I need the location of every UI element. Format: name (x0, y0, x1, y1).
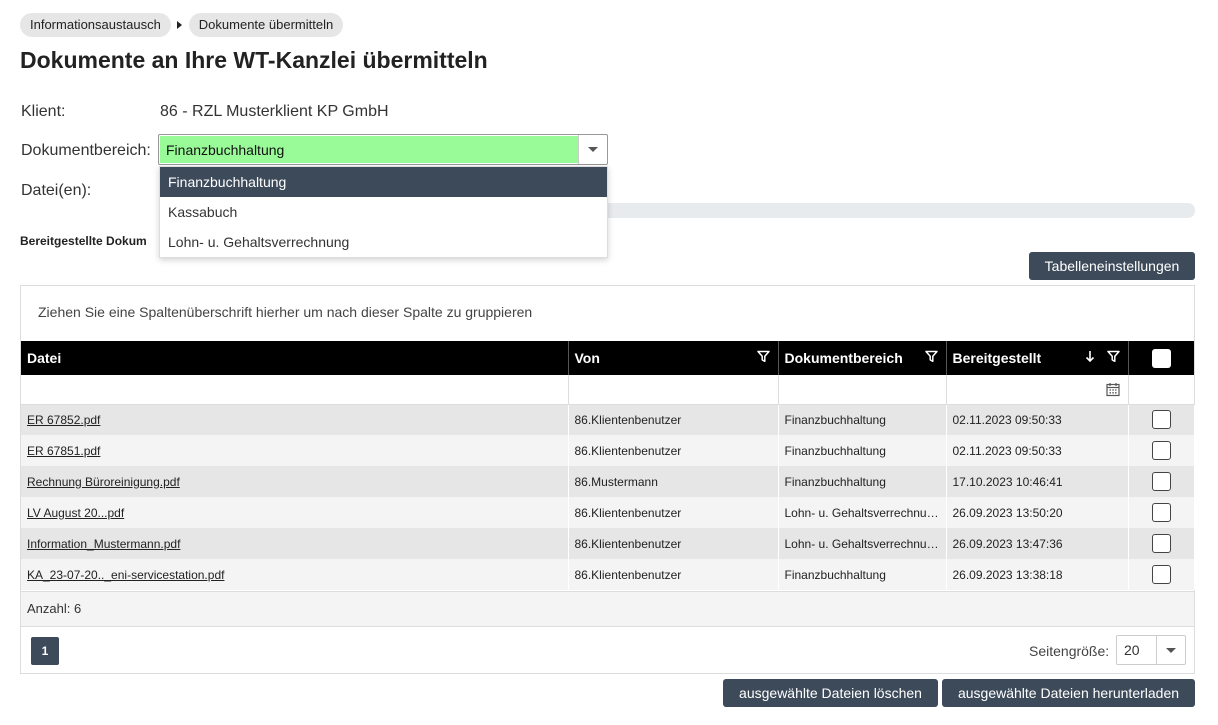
cell-from: 86.Klientenbenutzer (568, 435, 779, 466)
cell-area: Finanzbuchhaltung (778, 435, 947, 466)
document-area-label: Dokumentbereich: (21, 142, 151, 159)
documents-table: Datei Von Dokumentbereich Bereitgestellt (21, 341, 1195, 590)
column-header-datei[interactable]: Datei (21, 341, 569, 375)
record-count: Anzahl: 6 (27, 601, 82, 616)
filter-cell-von[interactable] (568, 375, 779, 405)
record-count-bar: Anzahl: 6 (21, 591, 1194, 627)
column-header-label: Bereitgestellt (952, 350, 1042, 366)
breadcrumb-informationsaustausch[interactable]: Informationsaustausch (20, 13, 171, 37)
row-checkbox[interactable] (1151, 441, 1171, 460)
row-checkbox[interactable] (1151, 534, 1171, 553)
cell-date: 17.10.2023 10:46:41 (946, 466, 1129, 497)
table-row[interactable]: Information_Mustermann.pdf 86.Klientenbe… (21, 528, 1195, 559)
document-area-input[interactable] (160, 136, 578, 163)
table-settings-button[interactable]: Tabelleneinstellungen (1029, 252, 1195, 280)
calendar-icon[interactable] (1105, 382, 1120, 397)
page-title: Dokumente an Ihre WT-Kanzlei übermitteln (20, 47, 488, 73)
filter-cell-bereitgestellt[interactable] (946, 375, 1129, 405)
cell-area: Finanzbuchhaltung (778, 404, 947, 435)
files-label: Datei(en): (21, 182, 92, 199)
file-link[interactable]: Rechnung Büroreinigung.pdf (27, 475, 180, 489)
cell-area: Lohn- u. Gehaltsverrechnu… (778, 497, 947, 528)
cell-from: 86.Klientenbenutzer (568, 559, 779, 590)
cell-from: 86.Klientenbenutzer (568, 404, 779, 435)
file-link[interactable]: ER 67851.pdf (27, 444, 100, 458)
filter-icon[interactable] (924, 350, 938, 363)
filter-row (21, 375, 1195, 405)
cell-select (1128, 559, 1195, 590)
group-by-drop-area[interactable]: Ziehen Sie eine Spaltenüberschrift hierh… (38, 304, 532, 320)
file-link[interactable]: LV August 20...pdf (27, 506, 124, 520)
row-checkbox[interactable] (1151, 565, 1171, 584)
cell-date: 26.09.2023 13:50:20 (946, 497, 1129, 528)
dropdown-option-lohn-gehalt[interactable]: Lohn- u. Gehaltsverrechnung (160, 227, 607, 257)
breadcrumb-separator-icon (176, 21, 182, 29)
filter-icon[interactable] (756, 350, 770, 363)
cell-from: 86.Klientenbenutzer (568, 497, 779, 528)
column-header-dokumentbereich[interactable]: Dokumentbereich (778, 341, 947, 375)
document-area-dropdown-toggle[interactable] (578, 135, 607, 164)
select-all-checkbox[interactable] (1151, 348, 1171, 368)
cell-from: 86.Klientenbenutzer (568, 528, 779, 559)
column-header-label: Datei (27, 350, 62, 366)
file-link[interactable]: KA_23-07-20.._eni-servicestation.pdf (27, 568, 224, 582)
delete-selected-files-button[interactable]: ausgewählte Dateien löschen (723, 679, 938, 707)
table-row[interactable]: Rechnung Büroreinigung.pdf 86.Mustermann… (21, 466, 1195, 497)
table-row[interactable]: ER 67851.pdf 86.Klientenbenutzer Finanzb… (21, 435, 1195, 466)
file-link[interactable]: Information_Mustermann.pdf (27, 537, 180, 551)
upload-progress-bar (600, 203, 1195, 218)
cell-select (1128, 435, 1195, 466)
cell-area: Finanzbuchhaltung (778, 466, 947, 497)
filter-cell-datei[interactable] (21, 375, 569, 405)
column-header-select-all (1128, 341, 1194, 375)
table-row[interactable]: ER 67852.pdf 86.Klientenbenutzer Finanzb… (21, 404, 1195, 435)
documents-grid: Ziehen Sie eine Spaltenüberschrift hierh… (20, 285, 1195, 674)
provided-documents-heading: Bereitgestellte Dokum (20, 234, 147, 248)
breadcrumb-dokumente-uebermitteln[interactable]: Dokumente übermitteln (188, 13, 344, 37)
cell-area: Finanzbuchhaltung (778, 559, 947, 590)
row-checkbox[interactable] (1151, 503, 1171, 522)
client-label: Klient: (21, 103, 66, 120)
cell-area: Lohn- u. Gehaltsverrechnu… (778, 528, 947, 559)
breadcrumb: Informationsaustausch Dokumente übermitt… (20, 13, 344, 37)
column-header-bereitgestellt[interactable]: Bereitgestellt (946, 341, 1129, 375)
pagination-page-1[interactable]: 1 (31, 637, 59, 665)
page-size-dropdown-toggle[interactable] (1156, 636, 1185, 664)
cell-from: 86.Mustermann (568, 466, 779, 497)
row-checkbox[interactable] (1151, 472, 1171, 491)
file-link[interactable]: ER 67852.pdf (27, 413, 100, 427)
cell-select (1128, 497, 1195, 528)
cell-select (1128, 466, 1195, 497)
cell-date: 02.11.2023 09:50:33 (946, 404, 1129, 435)
client-value: 86 - RZL Musterklient KP GmbH (160, 103, 389, 120)
table-row[interactable]: LV August 20...pdf 86.Klientenbenutzer L… (21, 497, 1195, 528)
filter-cell-dokumentbereich[interactable] (778, 375, 947, 405)
page-size-value: 20 (1124, 642, 1140, 658)
cell-select (1128, 404, 1195, 435)
column-header-label: Dokumentbereich (784, 350, 903, 366)
dropdown-option-kassabuch[interactable]: Kassabuch (160, 197, 607, 227)
row-checkbox[interactable] (1151, 410, 1171, 430)
cell-date: 26.09.2023 13:38:18 (946, 559, 1129, 590)
document-area-select[interactable] (158, 134, 608, 165)
cell-date: 02.11.2023 09:50:33 (946, 435, 1129, 466)
chevron-down-icon (588, 147, 598, 152)
filter-icon[interactable] (1106, 350, 1120, 363)
page-size-select[interactable]: 20 (1116, 635, 1186, 665)
chevron-down-icon (1166, 647, 1176, 653)
download-selected-files-button[interactable]: ausgewählte Dateien herunterladen (942, 679, 1195, 707)
column-header-label: Von (574, 350, 600, 366)
column-header-von[interactable]: Von (568, 341, 779, 375)
page-size-label: Seitengröße: (1029, 643, 1110, 659)
sort-descending-icon[interactable] (1085, 350, 1095, 363)
cell-date: 26.09.2023 13:47:36 (946, 528, 1129, 559)
cell-select (1128, 528, 1195, 559)
document-area-dropdown-list: Finanzbuchhaltung Kassabuch Lohn- u. Geh… (159, 166, 608, 258)
table-row[interactable]: KA_23-07-20.._eni-servicestation.pdf 86.… (21, 559, 1195, 590)
dropdown-option-finanzbuchhaltung[interactable]: Finanzbuchhaltung (160, 167, 607, 197)
filter-cell-empty (1128, 375, 1195, 405)
